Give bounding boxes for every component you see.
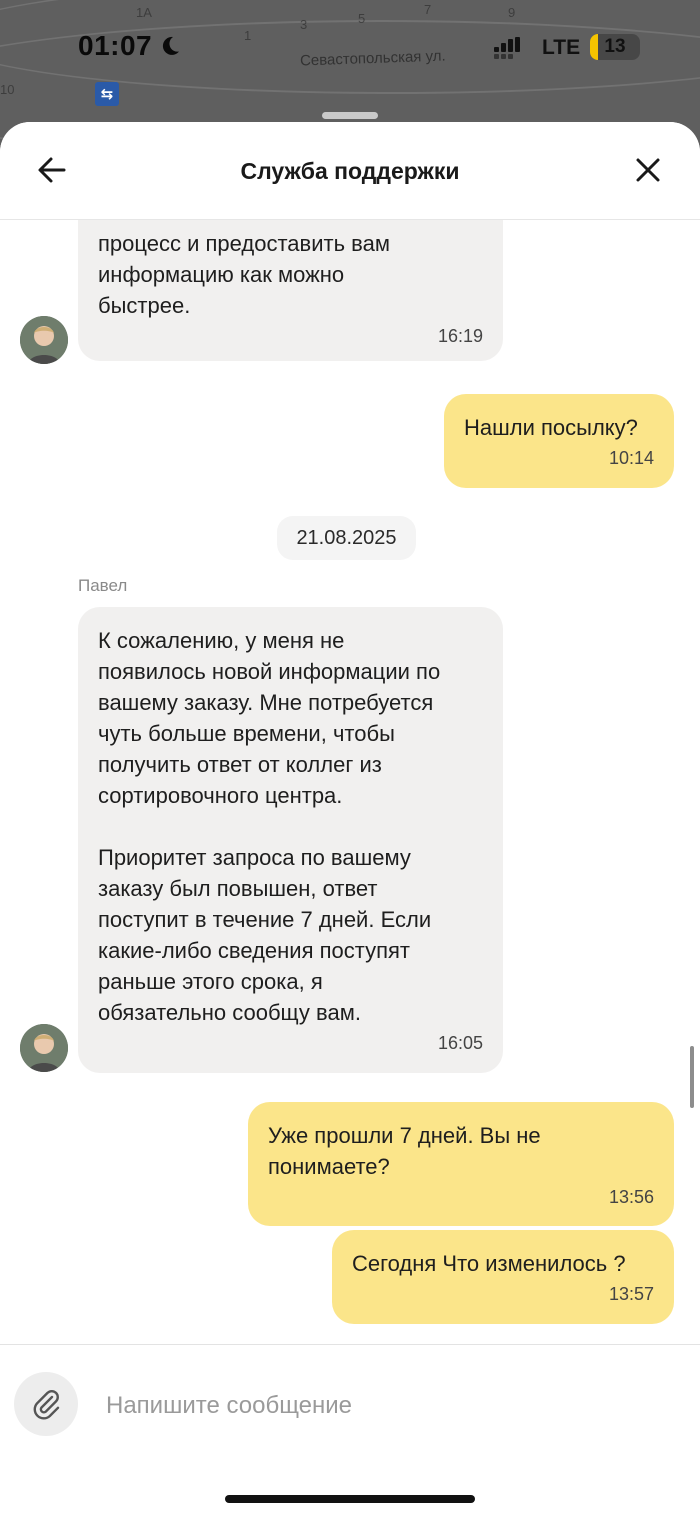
message-time: 16:05 <box>437 1033 483 1053</box>
message-input[interactable] <box>104 1385 668 1427</box>
attach-button[interactable] <box>14 1372 78 1436</box>
message-time: 16:19 <box>437 326 483 346</box>
status-bar: 01:07 LTE 13 <box>0 0 700 100</box>
message-text: Сегодня Что изменилось ? <box>352 1251 626 1276</box>
battery-level: 13 <box>604 36 626 57</box>
support-chat-sheet: Служба поддержки процесс и предоставить … <box>0 122 700 1517</box>
date-separator: 21.08.2025 <box>277 516 416 560</box>
network-type: LTE <box>542 36 581 59</box>
signal-icon <box>494 37 522 59</box>
page-title: Служба поддержки <box>240 158 460 184</box>
message-time: 10:14 <box>608 448 654 468</box>
avatar <box>20 316 68 364</box>
home-indicator[interactable] <box>225 1495 475 1503</box>
clock: 01:07 <box>78 30 153 61</box>
message-time: 13:56 <box>608 1187 654 1207</box>
avatar <box>20 1024 68 1072</box>
moon-icon <box>162 36 179 55</box>
incoming-message: процесс и предоставить вам информацию ка… <box>78 220 503 361</box>
close-icon <box>636 158 660 182</box>
outgoing-message: Сегодня Что изменилось ? 13:57 <box>332 1230 674 1324</box>
sender-name: Павел <box>78 576 128 595</box>
message-text: процесс и предоставить вам информацию ка… <box>98 231 390 318</box>
message-list[interactable]: процесс и предоставить вам информацию ка… <box>0 220 700 1344</box>
message-composer <box>0 1344 700 1517</box>
outgoing-message: Уже прошли 7 дней. Вы не понимаете? 13:5… <box>248 1102 674 1226</box>
chat-header: Служба поддержки <box>0 122 700 220</box>
incoming-message: К сожалению, у меня не появилось новой и… <box>78 607 503 1073</box>
scrollbar[interactable] <box>690 1046 694 1108</box>
sheet-grabber[interactable] <box>322 112 378 119</box>
message-text: Уже прошли 7 дней. Вы не понимаете? <box>268 1123 541 1179</box>
message-text: К сожалению, у меня не появилось новой и… <box>98 628 441 1025</box>
message-time: 13:57 <box>608 1284 654 1304</box>
battery-icon: 13 <box>590 34 640 60</box>
close-button[interactable] <box>630 152 666 188</box>
message-text: Нашли посылку? <box>464 415 638 440</box>
paperclip-icon <box>33 1390 60 1420</box>
outgoing-message: Нашли посылку? 10:14 <box>444 394 674 488</box>
